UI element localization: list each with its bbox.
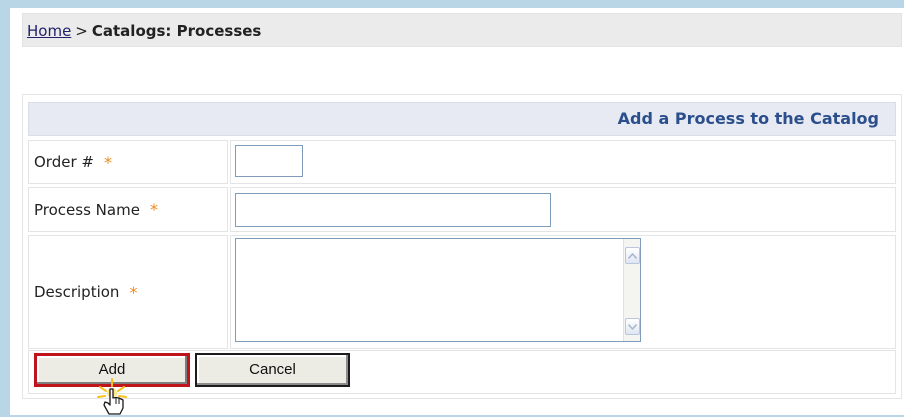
required-mark: * [129,282,138,302]
breadcrumb-home-link[interactable]: Home [27,22,71,40]
breadcrumb-current: Catalogs: Processes [91,22,262,40]
scroll-down-arrow-icon[interactable] [625,318,640,335]
required-mark: * [103,152,112,172]
process-name-label-cell: Process Name * [28,187,228,232]
breadcrumb-separator: > [75,22,88,40]
required-mark: * [149,200,158,219]
order-number-input-cell [230,140,896,184]
order-number-label-cell: Order # * [28,140,228,184]
description-label: Description [34,283,120,301]
form-title: Add a Process to the Catalog [28,102,896,136]
hand-pointer-icon [97,378,127,415]
cancel-button[interactable]: Cancel [195,353,350,387]
breadcrumb: Home > Catalogs: Processes [22,13,902,47]
description-label-cell: Description * [28,235,228,349]
order-number-input[interactable] [235,145,303,177]
scroll-up-arrow-icon[interactable] [625,247,640,264]
process-name-label: Process Name [34,200,140,219]
textarea-scrollbar[interactable] [623,239,640,341]
order-number-label: Order # [34,153,94,171]
description-textarea[interactable] [235,238,641,342]
process-name-input[interactable] [235,193,551,227]
